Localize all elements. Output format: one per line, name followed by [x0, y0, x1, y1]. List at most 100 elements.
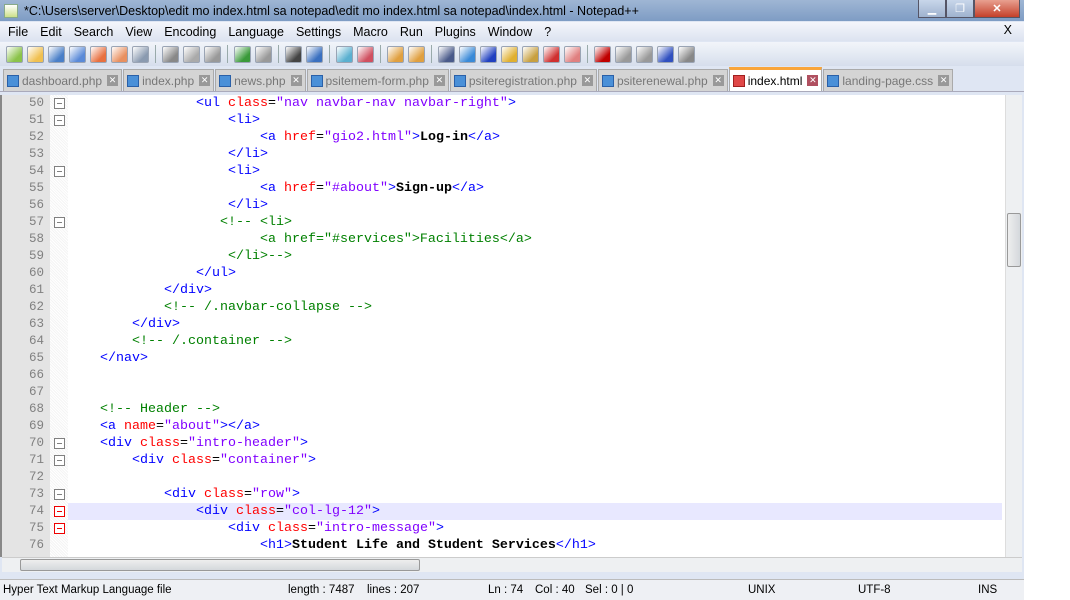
find-icon[interactable]: [285, 45, 302, 63]
tab-close-icon[interactable]: ✕: [107, 75, 119, 86]
file-icon: [310, 74, 323, 87]
tab-close-icon[interactable]: ✕: [433, 75, 445, 86]
tab-close-icon[interactable]: ✕: [938, 75, 950, 86]
fold-toggle-icon[interactable]: [54, 438, 65, 449]
menu-view[interactable]: View: [119, 25, 158, 39]
word-wrap-icon[interactable]: [438, 45, 455, 63]
menu-edit[interactable]: Edit: [34, 25, 68, 39]
close-document-button[interactable]: X: [998, 23, 1018, 37]
sync-vertical-icon[interactable]: [387, 45, 404, 63]
paste-icon[interactable]: [204, 45, 221, 63]
code-line: 56 </li>: [2, 197, 1002, 214]
code-token: >: [411, 130, 420, 145]
fold-toggle-icon[interactable]: [54, 166, 65, 177]
fold-toggle-icon[interactable]: [54, 98, 65, 109]
code-line: 50 <ul class="nav navbar-nav navbar-righ…: [2, 95, 1002, 112]
tab-landing-page-css[interactable]: landing-page.css ✕: [823, 69, 954, 91]
code-text: <!-- /.container -->: [68, 333, 1002, 350]
print-icon[interactable]: [132, 45, 149, 63]
user-lang-icon[interactable]: [501, 45, 518, 63]
code-text: <div class="col-lg-12">: [68, 503, 1002, 520]
fold-toggle-icon[interactable]: [54, 455, 65, 466]
tab-close-icon[interactable]: ✕: [199, 75, 211, 86]
code-editor[interactable]: 50 <ul class="nav navbar-nav navbar-righ…: [0, 95, 1022, 557]
tab-index-html[interactable]: index.html ✕: [728, 67, 823, 91]
doc-map-icon[interactable]: [522, 45, 539, 63]
sync-horizontal-icon[interactable]: [408, 45, 425, 63]
new-file-icon[interactable]: [6, 45, 23, 63]
status-ln: Ln : 74: [488, 584, 524, 596]
menu-encoding[interactable]: Encoding: [158, 25, 222, 39]
menu-search[interactable]: Search: [68, 25, 120, 39]
menu-run[interactable]: Run: [394, 25, 429, 39]
cut-icon[interactable]: [162, 45, 179, 63]
code-line: 66: [2, 367, 1002, 384]
horizontal-scrollbar[interactable]: [2, 557, 1022, 572]
indent-guide-icon[interactable]: [480, 45, 497, 63]
menu-help[interactable]: ?: [538, 25, 557, 39]
show-all-chars-icon[interactable]: [459, 45, 476, 63]
close-all-icon[interactable]: [111, 45, 128, 63]
tab-psiterenewal-php[interactable]: psiterenewal.php ✕: [597, 69, 728, 91]
code-token: <!-- <li>: [219, 215, 292, 230]
function-list-icon[interactable]: [543, 45, 560, 63]
tab-close-icon[interactable]: ✕: [807, 75, 819, 86]
menu-bar: File Edit Search View Encoding Language Settin…: [0, 22, 1024, 41]
tab-dashboard-php[interactable]: dashboard.php ✕: [3, 69, 123, 91]
code-text: <!-- /.navbar-collapse -->: [68, 299, 1002, 316]
menu-settings[interactable]: Settings: [290, 25, 347, 39]
save-macro-icon[interactable]: [678, 45, 695, 63]
zoom-out-icon[interactable]: [357, 45, 374, 63]
code-token: </li>-->: [227, 249, 292, 264]
menu-plugins[interactable]: Plugins: [429, 25, 482, 39]
zoom-in-icon[interactable]: [336, 45, 353, 63]
undo-icon[interactable]: [234, 45, 251, 63]
menu-window[interactable]: Window: [482, 25, 538, 39]
fold-toggle-icon[interactable]: [54, 217, 65, 228]
fold-toggle-icon[interactable]: [54, 115, 65, 126]
close-button[interactable]: ✕: [974, 0, 1020, 18]
tab-close-icon[interactable]: ✕: [712, 75, 724, 86]
fold-toggle-icon[interactable]: [54, 489, 65, 500]
horizontal-scroll-thumb[interactable]: [20, 559, 420, 571]
play-macro-icon[interactable]: [636, 45, 653, 63]
code-line: 58 <a href="#services">Facilities</a>: [2, 231, 1002, 248]
tab-close-icon[interactable]: ✕: [290, 75, 302, 86]
tab-index-php[interactable]: index.php ✕: [123, 69, 215, 91]
stop-record-icon[interactable]: [615, 45, 632, 63]
vertical-scrollbar[interactable]: [1005, 95, 1022, 557]
run-macro-multiple-icon[interactable]: [657, 45, 674, 63]
tab-news-php[interactable]: news.php ✕: [215, 69, 306, 91]
save-all-icon[interactable]: [69, 45, 86, 63]
fold-toggle-icon[interactable]: [54, 506, 65, 517]
menu-language[interactable]: Language: [222, 25, 290, 39]
close-icon[interactable]: [90, 45, 107, 63]
minimize-button[interactable]: ▁: [918, 0, 946, 18]
vertical-scroll-thumb[interactable]: [1007, 213, 1021, 267]
maximize-button[interactable]: ❐: [946, 0, 974, 18]
tab-label: index.php: [142, 73, 195, 88]
tab-psitemem-form-php[interactable]: psitemem-form.php ✕: [306, 69, 449, 91]
menu-macro[interactable]: Macro: [347, 25, 394, 39]
menu-file[interactable]: File: [2, 25, 34, 39]
status-eol[interactable]: UNIX: [748, 584, 775, 596]
record-macro-icon[interactable]: [594, 45, 611, 63]
tab-close-icon[interactable]: ✕: [581, 75, 593, 86]
save-icon[interactable]: [48, 45, 65, 63]
tab-label: psiterenewal.php: [616, 73, 708, 88]
redo-icon[interactable]: [255, 45, 272, 63]
code-text: </li>-->: [68, 248, 1002, 265]
folder-workspace-icon[interactable]: [564, 45, 581, 63]
fold-toggle-icon[interactable]: [54, 523, 65, 534]
open-file-icon[interactable]: [27, 45, 44, 63]
tab-label: landing-page.css: [842, 73, 934, 88]
code-text: </ul>: [68, 265, 1002, 282]
tab-psiteregistration-php[interactable]: psiteregistration.php ✕: [449, 69, 597, 91]
replace-icon[interactable]: [306, 45, 323, 63]
status-encoding[interactable]: UTF-8: [858, 584, 891, 596]
copy-icon[interactable]: [183, 45, 200, 63]
